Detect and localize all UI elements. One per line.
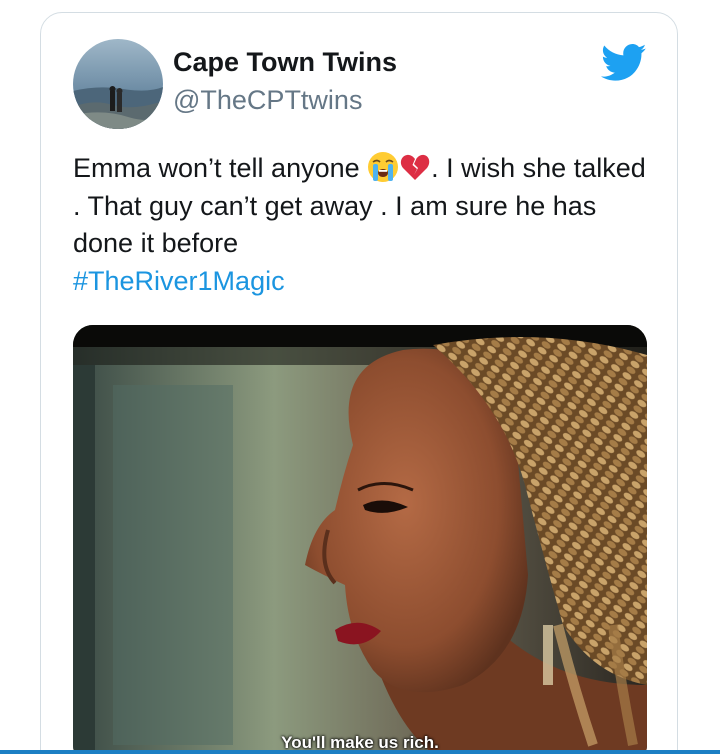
bottom-accent-bar: [0, 750, 720, 754]
broken-heart-icon: [399, 151, 431, 183]
twitter-bird-icon[interactable]: [601, 43, 647, 83]
tweet-card[interactable]: Cape Town Twins @TheCPTtwins Emma won’t …: [40, 12, 678, 754]
author-handle[interactable]: @TheCPTtwins: [173, 85, 362, 116]
author-avatar[interactable]: [73, 39, 163, 129]
hashtag-link[interactable]: #TheRiver1Magic: [73, 266, 285, 296]
tweet-media-image[interactable]: You'll make us rich.: [73, 325, 647, 754]
tweet-text: Emma won’t tell anyone . I wish she talk…: [73, 150, 658, 300]
avatar-photo: [73, 39, 163, 129]
author-name[interactable]: Cape Town Twins: [173, 47, 397, 78]
tweet-text-part1: Emma won’t tell anyone: [73, 153, 368, 183]
loudly-crying-face-icon: [367, 151, 399, 183]
media-photo: [73, 325, 647, 754]
